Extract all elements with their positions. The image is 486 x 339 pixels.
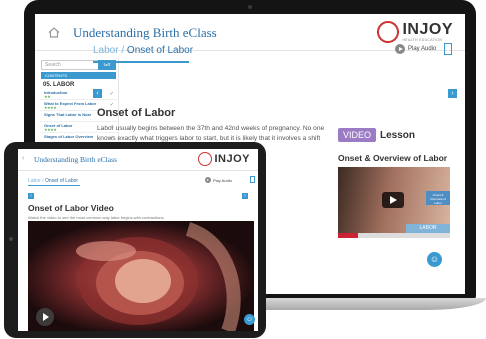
search-placeholder: Search (45, 62, 61, 68)
tablet-logo-text: INJOY (214, 152, 250, 165)
sidebar-item-stars: ★★ (44, 94, 51, 99)
tablet-next-page-button[interactable]: › (242, 193, 248, 199)
back-arrow-icon[interactable]: ‹ (22, 155, 24, 162)
video-tag-label: Lesson (380, 129, 416, 141)
camera-icon (248, 5, 252, 9)
home-icon[interactable] (48, 27, 60, 38)
play-audio-label: Play Audio (408, 46, 437, 52)
tablet-prev-page-button[interactable]: ‹ (28, 193, 34, 199)
tablet-logo-mark-icon (198, 152, 213, 166)
accessibility-icon[interactable]: ☺ (427, 252, 442, 267)
contents-header[interactable]: CONTENTS (41, 72, 116, 79)
video-tag: VIDEO (338, 128, 377, 142)
next-page-button[interactable]: › (448, 89, 457, 98)
tablet-video-subtitle: Watch the video to see the most common w… (28, 215, 165, 220)
tablet-device: ‹ Understanding Birth eClass INJOY Labor… (4, 142, 266, 338)
checkmark-icon: ✓ (109, 91, 114, 97)
tablet-camera-icon (9, 237, 13, 241)
tablet-breadcrumb: Labor / Onset of Labor (28, 178, 78, 184)
tablet-play-audio-label: Play Audio (213, 177, 232, 183)
app-title: Understanding Birth eClass (73, 25, 217, 40)
video-play-icon[interactable] (382, 192, 404, 208)
video-overlay-label: Onset & Overview of Labor (426, 191, 450, 205)
tablet-play-icon (205, 177, 211, 183)
unit-title: 05. LABOR (43, 82, 75, 88)
logo-text: INJOY (402, 21, 453, 38)
tablet-play-audio-button[interactable]: Play Audio (205, 177, 232, 183)
tablet-screen: ‹ Understanding Birth eClass INJOY Labor… (18, 149, 258, 331)
breadcrumb-separator: / (118, 45, 127, 56)
article-title: Onset of Labor (97, 107, 176, 119)
product-mockup: Understanding Birth eClass INJOY HEALTH … (0, 0, 486, 339)
sidebar-item[interactable]: Introduction ★★ ✓ (39, 89, 118, 100)
breadcrumb-section[interactable]: Labor (93, 45, 119, 56)
breadcrumb: Labor / Onset of Labor (93, 45, 193, 56)
video-thumbnail[interactable]: Onset & Overview of Labor LABOR (338, 167, 450, 233)
logo-mark-icon (377, 21, 400, 43)
tablet-breadcrumb-page: Onset of Labor (44, 178, 79, 184)
tablet-video-player[interactable] (28, 221, 254, 331)
tablet-bookmark-icon[interactable] (250, 176, 255, 183)
tablet-breadcrumb-underline (28, 185, 80, 186)
video-bottom-label: LABOR (406, 224, 450, 233)
video-progress-bar[interactable] (338, 233, 450, 238)
prev-page-button[interactable]: ‹ (93, 89, 102, 98)
tablet-video-play-icon[interactable] (36, 308, 54, 326)
video-lesson-header: VIDEO Lesson (338, 128, 415, 142)
video-progress-fill (338, 233, 359, 238)
breadcrumb-underline (93, 61, 189, 63)
play-icon (395, 44, 405, 54)
tablet-injoy-logo: INJOY (198, 152, 250, 166)
tablet-accessibility-icon[interactable]: ☺ (244, 314, 255, 325)
tablet-app-title: Understanding Birth eClass (34, 155, 117, 164)
bookmark-icon[interactable] (444, 43, 452, 55)
fetus-illustration (76, 222, 241, 331)
tablet-header: ‹ Understanding Birth eClass INJOY (18, 149, 258, 171)
logo-subtext: HEALTH EDUCATION (402, 38, 443, 42)
breadcrumb-page: Onset of Labor (126, 45, 194, 56)
injoy-logo: INJOY HEALTH EDUCATION (377, 21, 453, 43)
video-title: Onset & Overview of Labor (338, 153, 448, 163)
tablet-breadcrumb-section[interactable]: Labor (28, 178, 41, 184)
tablet-video-title: Onset of Labor Video (28, 203, 114, 213)
play-audio-button[interactable]: Play Audio (395, 44, 436, 54)
